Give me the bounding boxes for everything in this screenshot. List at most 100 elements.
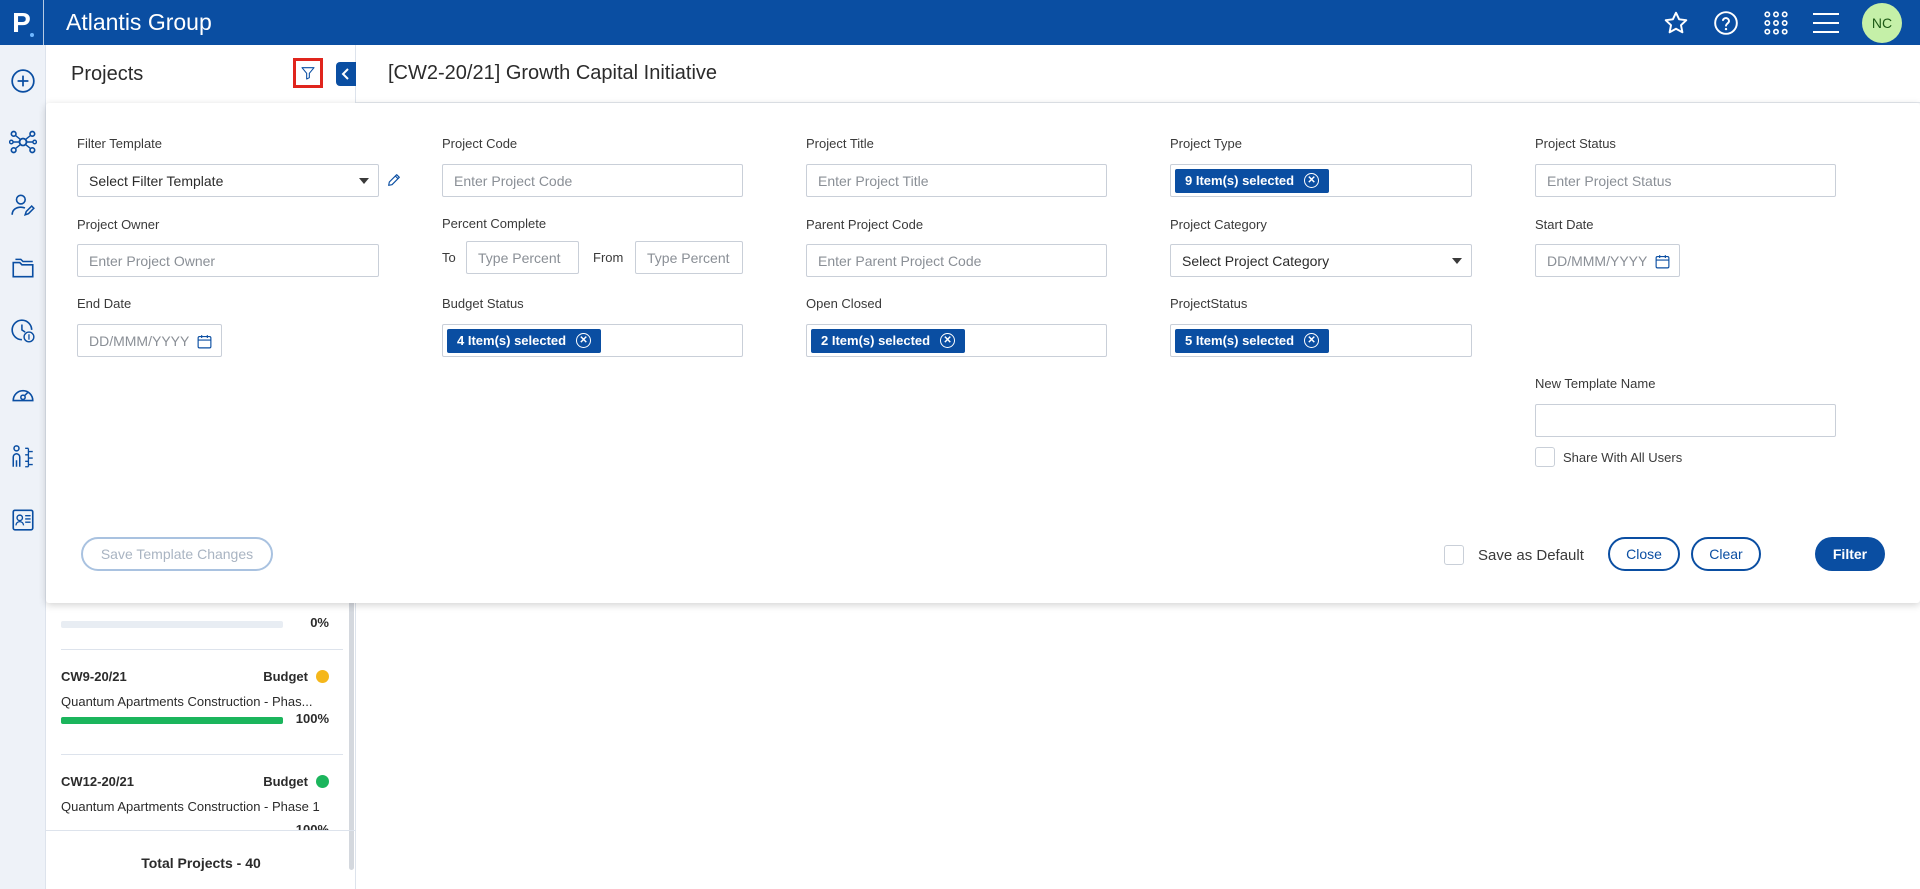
- clear-button[interactable]: Clear: [1691, 537, 1761, 571]
- budget-status-dot: [316, 775, 329, 788]
- new-template-name-label: New Template Name: [1535, 376, 1656, 391]
- project-code-placeholder: Enter Project Code: [454, 172, 573, 189]
- share-with-all-label: Share With All Users: [1563, 450, 1683, 465]
- calendar-icon[interactable]: [1654, 253, 1671, 270]
- network-icon[interactable]: [9, 128, 37, 156]
- calendar-icon[interactable]: [196, 333, 213, 350]
- project-title-input[interactable]: Enter Project Title: [806, 164, 1107, 197]
- chip-remove-icon[interactable]: ✕: [1304, 333, 1320, 348]
- gauge-icon[interactable]: [9, 380, 37, 408]
- start-date-placeholder: DD/MMM/YYYY: [1547, 252, 1648, 269]
- parent-project-code-field: Parent Project Code: [806, 217, 923, 232]
- progress-bar: [61, 717, 283, 724]
- left-rail: [0, 45, 46, 889]
- user-avatar[interactable]: NC: [1862, 2, 1902, 43]
- budget-status-field: Budget Status: [442, 296, 524, 311]
- divider: [61, 754, 343, 755]
- filter-toggle-button[interactable]: [293, 58, 323, 88]
- selection-chip[interactable]: 2 Item(s) selected ✕: [811, 328, 966, 353]
- percent-complete-field: Percent Complete: [442, 216, 546, 231]
- progress-percent: 100%: [295, 822, 329, 830]
- collapse-panel-button[interactable]: [336, 62, 356, 86]
- project-code-label: Project Code: [442, 136, 518, 151]
- project-title-label: Project Title: [806, 136, 874, 151]
- project-category-field: Project Category: [1170, 217, 1267, 232]
- clock-dollar-icon[interactable]: [9, 317, 37, 345]
- folders-icon[interactable]: [9, 254, 37, 282]
- project-owner-placeholder: Enter Project Owner: [89, 252, 216, 269]
- edit-pencil-icon[interactable]: [386, 172, 402, 188]
- help-icon[interactable]: [1712, 9, 1740, 37]
- chip-remove-icon[interactable]: ✕: [940, 333, 956, 348]
- project-title-placeholder: Enter Project Title: [818, 172, 929, 189]
- page-title: [CW2-20/21] Growth Capital Initiative: [388, 62, 718, 84]
- percent-to-input[interactable]: Type Percent: [466, 241, 579, 274]
- chip-label: 9 Item(s) selected: [1185, 173, 1295, 188]
- selection-chip[interactable]: 9 Item(s) selected ✕: [1175, 168, 1330, 193]
- budget-label: Budget: [263, 774, 308, 789]
- chip-label: 4 Item(s) selected: [457, 333, 567, 348]
- share-with-all-checkbox[interactable]: [1535, 447, 1555, 467]
- project-status-label: Project Status: [1535, 136, 1616, 151]
- percent-from-label: From: [593, 250, 624, 265]
- progress-fill: [61, 717, 283, 724]
- budget-status: Budget: [263, 669, 329, 684]
- filter-template-label: Filter Template: [77, 136, 163, 151]
- org-chart-icon[interactable]: [9, 443, 37, 471]
- new-template-name-input[interactable]: [1535, 404, 1836, 437]
- user-edit-icon[interactable]: [9, 191, 37, 219]
- add-circle-icon[interactable]: [9, 67, 37, 95]
- end-date-placeholder: DD/MMM/YYYY: [89, 332, 190, 349]
- progress-percent: 0%: [310, 615, 329, 630]
- report-icon[interactable]: [9, 506, 37, 534]
- budget-status-label: Budget Status: [442, 296, 524, 311]
- save-as-default-label: Save as Default: [1478, 547, 1584, 564]
- close-button[interactable]: Close: [1608, 537, 1680, 571]
- budget-status-multiselect[interactable]: 4 Item(s) selected ✕: [442, 324, 743, 357]
- list-item[interactable]: 0%: [61, 615, 329, 635]
- open-closed-multiselect[interactable]: 2 Item(s) selected ✕: [806, 324, 1107, 357]
- end-date-field: End Date: [77, 296, 131, 311]
- chip-remove-icon[interactable]: ✕: [576, 333, 592, 348]
- logo-letter: P: [12, 6, 31, 38]
- star-icon[interactable]: [1662, 9, 1690, 37]
- project-code-input[interactable]: Enter Project Code: [442, 164, 743, 197]
- project-title: Quantum Apartments Construction - Phas..…: [61, 694, 313, 709]
- selection-chip[interactable]: 4 Item(s) selected ✕: [447, 328, 602, 353]
- chip-label: 2 Item(s) selected: [821, 333, 931, 348]
- start-date-field: Start Date: [1535, 217, 1594, 232]
- percent-from-input[interactable]: Type Percent: [635, 241, 743, 274]
- percent-from-placeholder: Type Percent: [647, 249, 730, 266]
- project-category-select[interactable]: Select Project Category: [1170, 244, 1472, 277]
- projects-panel-title: Projects: [71, 63, 144, 85]
- list-item[interactable]: CW12-20/21 Budget Quantum Apartments Con…: [61, 774, 329, 830]
- end-date-label: End Date: [77, 296, 132, 311]
- end-date-input[interactable]: DD/MMM/YYYY: [77, 324, 222, 357]
- start-date-input[interactable]: DD/MMM/YYYY: [1535, 244, 1680, 277]
- filter-button[interactable]: Filter: [1815, 537, 1885, 571]
- filter-template-value: Select Filter Template: [89, 172, 224, 189]
- filter-panel: Filter Template Select Filter Template P…: [46, 103, 1920, 603]
- parent-project-code-input[interactable]: Enter Parent Project Code: [806, 244, 1107, 277]
- save-as-default-checkbox[interactable]: [1444, 545, 1464, 565]
- project-type-label: Project Type: [1170, 136, 1243, 151]
- project-type-multiselect[interactable]: 9 Item(s) selected ✕: [1170, 164, 1472, 197]
- selection-chip[interactable]: 5 Item(s) selected ✕: [1175, 328, 1330, 353]
- parent-project-code-placeholder: Enter Parent Project Code: [818, 252, 982, 269]
- apps-grid-icon[interactable]: [1762, 9, 1790, 37]
- app-logo[interactable]: P: [0, 0, 44, 45]
- filter-template-select[interactable]: Select Filter Template: [77, 164, 379, 197]
- chevron-left-icon: [341, 68, 349, 80]
- parent-project-code-label: Parent Project Code: [806, 217, 924, 232]
- list-item[interactable]: CW9-20/21 Budget Quantum Apartments Cons…: [61, 669, 329, 749]
- menu-icon[interactable]: [1812, 9, 1840, 37]
- project-status2-multiselect[interactable]: 5 Item(s) selected ✕: [1170, 324, 1472, 357]
- chip-remove-icon[interactable]: ✕: [1304, 173, 1320, 188]
- project-owner-field: Project Owner: [77, 217, 159, 232]
- percent-complete-label: Percent Complete: [442, 216, 547, 231]
- progress-bar: [61, 621, 283, 628]
- save-template-changes-button[interactable]: Save Template Changes: [81, 537, 273, 571]
- new-template-name-field: New Template Name: [1535, 376, 1655, 391]
- project-owner-input[interactable]: Enter Project Owner: [77, 244, 379, 277]
- project-status-input[interactable]: Enter Project Status: [1535, 164, 1836, 197]
